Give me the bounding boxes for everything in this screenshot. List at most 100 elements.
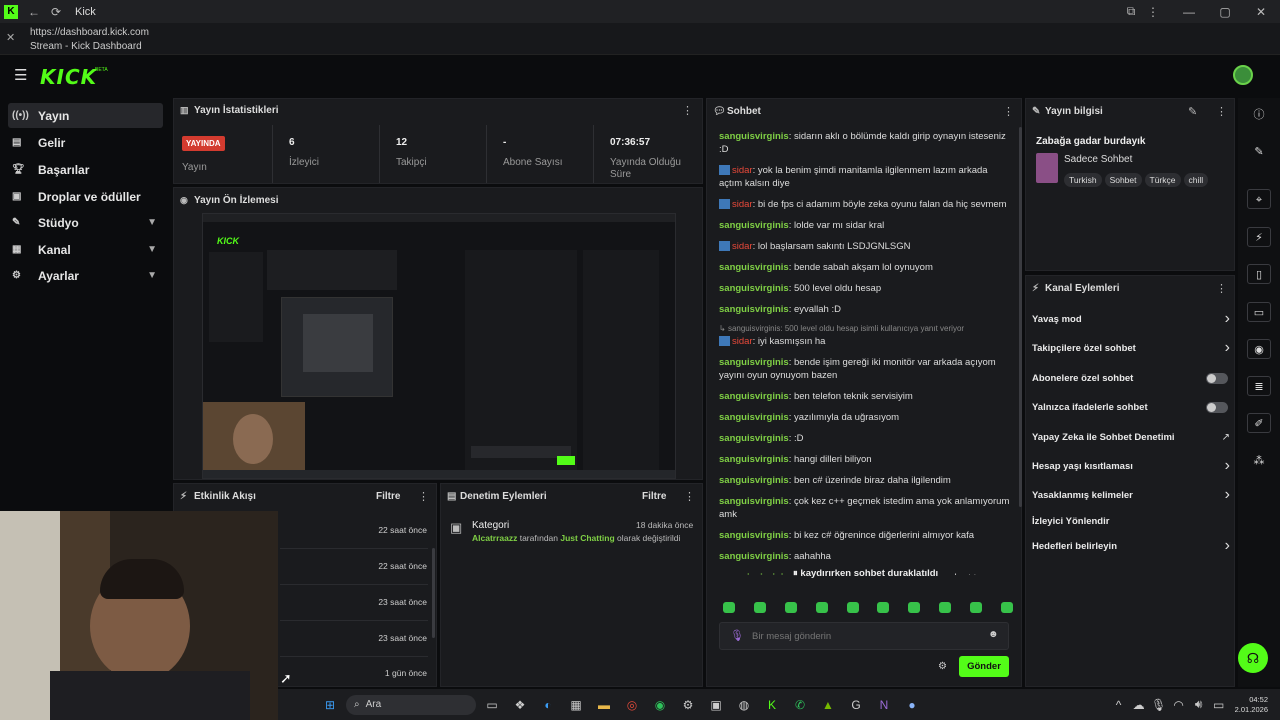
steam-icon[interactable]: ⚙	[678, 698, 698, 712]
reload-icon[interactable]: ⟳	[45, 5, 67, 19]
sidebar-item-drops[interactable]: ▣ Droplar ve ödüller	[8, 184, 163, 209]
avatar[interactable]	[1233, 65, 1253, 85]
chat-username[interactable]: sanguisvirginis	[719, 391, 789, 402]
chat-username[interactable]: sanguisvirginis	[719, 551, 789, 562]
chat-username[interactable]: sanguisvirginis	[719, 262, 789, 273]
whatsapp-icon[interactable]: ✆	[790, 698, 810, 712]
channel-action-item[interactable]: Hesap yaşı kısıtlaması ›	[1032, 457, 1230, 474]
g-app-icon[interactable]: G	[846, 698, 866, 712]
more-options-icon[interactable]: ⋮	[418, 490, 429, 503]
more-options-icon[interactable]: ⋮	[1216, 282, 1227, 295]
info-icon[interactable]: ⓘ	[1247, 105, 1271, 125]
emote-icon[interactable]	[877, 602, 890, 613]
chat-username[interactable]: sanguisvirginis	[719, 454, 789, 465]
chat-username[interactable]: sanguisvirginis	[719, 412, 789, 423]
more-options-icon[interactable]: ⋮	[1003, 105, 1014, 118]
chat-username[interactable]: sanguisvirginis	[719, 475, 789, 486]
battery-icon[interactable]: ▭	[1209, 698, 1229, 712]
emote-icon[interactable]	[908, 602, 921, 613]
target-icon[interactable]: ⌖	[1247, 189, 1271, 209]
tag[interactable]: chill	[1183, 173, 1209, 187]
spotify-icon[interactable]: ◉	[650, 698, 670, 712]
pencil-icon[interactable]: ✎	[1247, 142, 1271, 162]
sidebar-item-revenue[interactable]: ▤ Gelir	[8, 130, 163, 155]
edge-icon[interactable]: ◐	[538, 698, 558, 712]
chat-settings-gear-icon[interactable]: ⚙	[938, 661, 947, 672]
chat-username[interactable]: sanguisvirginis	[719, 572, 789, 575]
kick-logo[interactable]: KICK	[40, 65, 97, 89]
microphone-icon[interactable]: 🎙︎	[730, 629, 744, 642]
wrench-icon[interactable]: ✐	[1247, 413, 1271, 433]
mic-icon[interactable]: 🎙︎	[1149, 698, 1169, 712]
volume-icon[interactable]: 🔊︎	[1189, 697, 1209, 712]
cloud-icon[interactable]: ☁	[1129, 698, 1149, 712]
task-view-icon[interactable]: ▭	[482, 698, 502, 712]
chat-paused-indicator[interactable]: ⏸ kaydırırken sohbet duraklatıldı	[789, 567, 943, 580]
activity-filter-button[interactable]: Filtre	[376, 491, 400, 502]
emote-icon[interactable]	[1000, 602, 1013, 613]
widgets-icon[interactable]: ❖	[510, 698, 530, 712]
channel-action-item[interactable]: Abonelere özel sohbet	[1032, 370, 1230, 386]
scrollbar[interactable]	[432, 548, 435, 638]
emote-icon[interactable]	[723, 602, 735, 613]
chat-input[interactable]: 🎙︎ ☻	[719, 622, 1009, 650]
kick-taskbar-icon[interactable]: K	[762, 698, 782, 712]
sidebar-item-channel[interactable]: ▦ Kanal ▼	[8, 237, 163, 262]
close-icon[interactable]: ✕	[1250, 5, 1272, 19]
folder-icon[interactable]: ▬	[594, 698, 614, 712]
channel-action-item[interactable]: İzleyici Yönlendir	[1032, 513, 1230, 529]
lightning-icon[interactable]: ⚡︎	[1247, 227, 1271, 247]
chat-username[interactable]: sanguisvirginis	[719, 496, 789, 507]
channel-action-item[interactable]: Yalnızca ifadelerle sohbet	[1032, 399, 1230, 415]
chat-message-list[interactable]: sanguisvirginis: sidarın aklı o bölümde …	[719, 130, 1011, 575]
emote-icon[interactable]	[939, 602, 952, 613]
channel-action-item[interactable]: Yasaklanmış kelimeler ›	[1032, 486, 1230, 503]
vs-icon[interactable]: N	[874, 698, 894, 712]
sidebar-item-settings[interactable]: ⚙ Ayarlar ▼	[8, 263, 163, 288]
chat-username[interactable]: sidar	[732, 165, 753, 176]
category-thumbnail[interactable]	[1036, 153, 1058, 183]
channel-action-item[interactable]: Hedefleri belirleyin ›	[1032, 537, 1230, 554]
url-text[interactable]: https://dashboard.kick.com	[30, 27, 149, 38]
sidebar-item-studio[interactable]: ✎ Stüdyo ▼	[8, 210, 163, 235]
more-options-icon[interactable]: ⋮	[684, 490, 695, 503]
emoji-icon[interactable]: ☻	[988, 629, 999, 640]
document-icon[interactable]: ▯	[1247, 264, 1271, 284]
chat-username[interactable]: sanguisvirginis	[719, 530, 789, 541]
chat-username[interactable]: sanguisvirginis	[719, 131, 789, 142]
scrollbar[interactable]	[1019, 127, 1022, 507]
back-icon[interactable]: ←	[23, 5, 45, 19]
channel-action-item[interactable]: Yapay Zeka ile Sohbet Denetimi ↗	[1032, 429, 1230, 445]
store-icon[interactable]: ▦	[566, 698, 586, 712]
category-name[interactable]: Sadece Sohbet	[1064, 154, 1132, 165]
channel-action-item[interactable]: Takipçilere özel sohbet ›	[1032, 339, 1230, 356]
sidebar-item-stream[interactable]: ((•)) Yayın	[8, 103, 163, 128]
sidebar-item-achievements[interactable]: 🏆︎ Başarılar	[8, 157, 163, 182]
chat-username[interactable]: sidar	[732, 199, 753, 210]
minimize-icon[interactable]: —	[1178, 5, 1200, 19]
channel-action-item[interactable]: Yavaş mod ›	[1032, 310, 1230, 327]
moderation-filter-button[interactable]: Filtre	[642, 491, 666, 502]
app-icon[interactable]: ▣	[706, 698, 726, 712]
mod-user[interactable]: Alcatrraazz	[472, 533, 517, 543]
chat-username[interactable]: sidar	[732, 241, 753, 252]
screen-share-icon[interactable]: ⧉	[1120, 4, 1142, 19]
apps-icon[interactable]: ⁂	[1247, 451, 1271, 471]
chat-username[interactable]: sidar	[732, 336, 753, 347]
broadcast-icon[interactable]: ◉	[1247, 339, 1271, 359]
obs-icon[interactable]: ◍	[734, 698, 754, 712]
chat-username[interactable]: sanguisvirginis	[719, 283, 789, 294]
taskbar-clock[interactable]: 04:52 2.01.2026	[1235, 695, 1268, 715]
chat-icon[interactable]: ▭	[1247, 302, 1271, 322]
more-options-icon[interactable]: ⋮	[682, 104, 693, 117]
stream-preview-video[interactable]: KICK	[202, 213, 676, 479]
hamburger-menu-icon[interactable]: ☰	[14, 66, 27, 84]
tag[interactable]: Turkish	[1064, 173, 1102, 187]
taskbar-search[interactable]: ⌕ Ara	[346, 694, 476, 715]
emote-icon[interactable]	[970, 602, 982, 613]
more-icon[interactable]: ⋮	[1142, 5, 1164, 19]
emote-icon[interactable]	[784, 602, 797, 613]
send-button[interactable]: Gönder	[959, 656, 1009, 677]
tray-chevron-icon[interactable]: ^	[1109, 698, 1129, 712]
toggle-switch[interactable]	[1206, 401, 1228, 413]
